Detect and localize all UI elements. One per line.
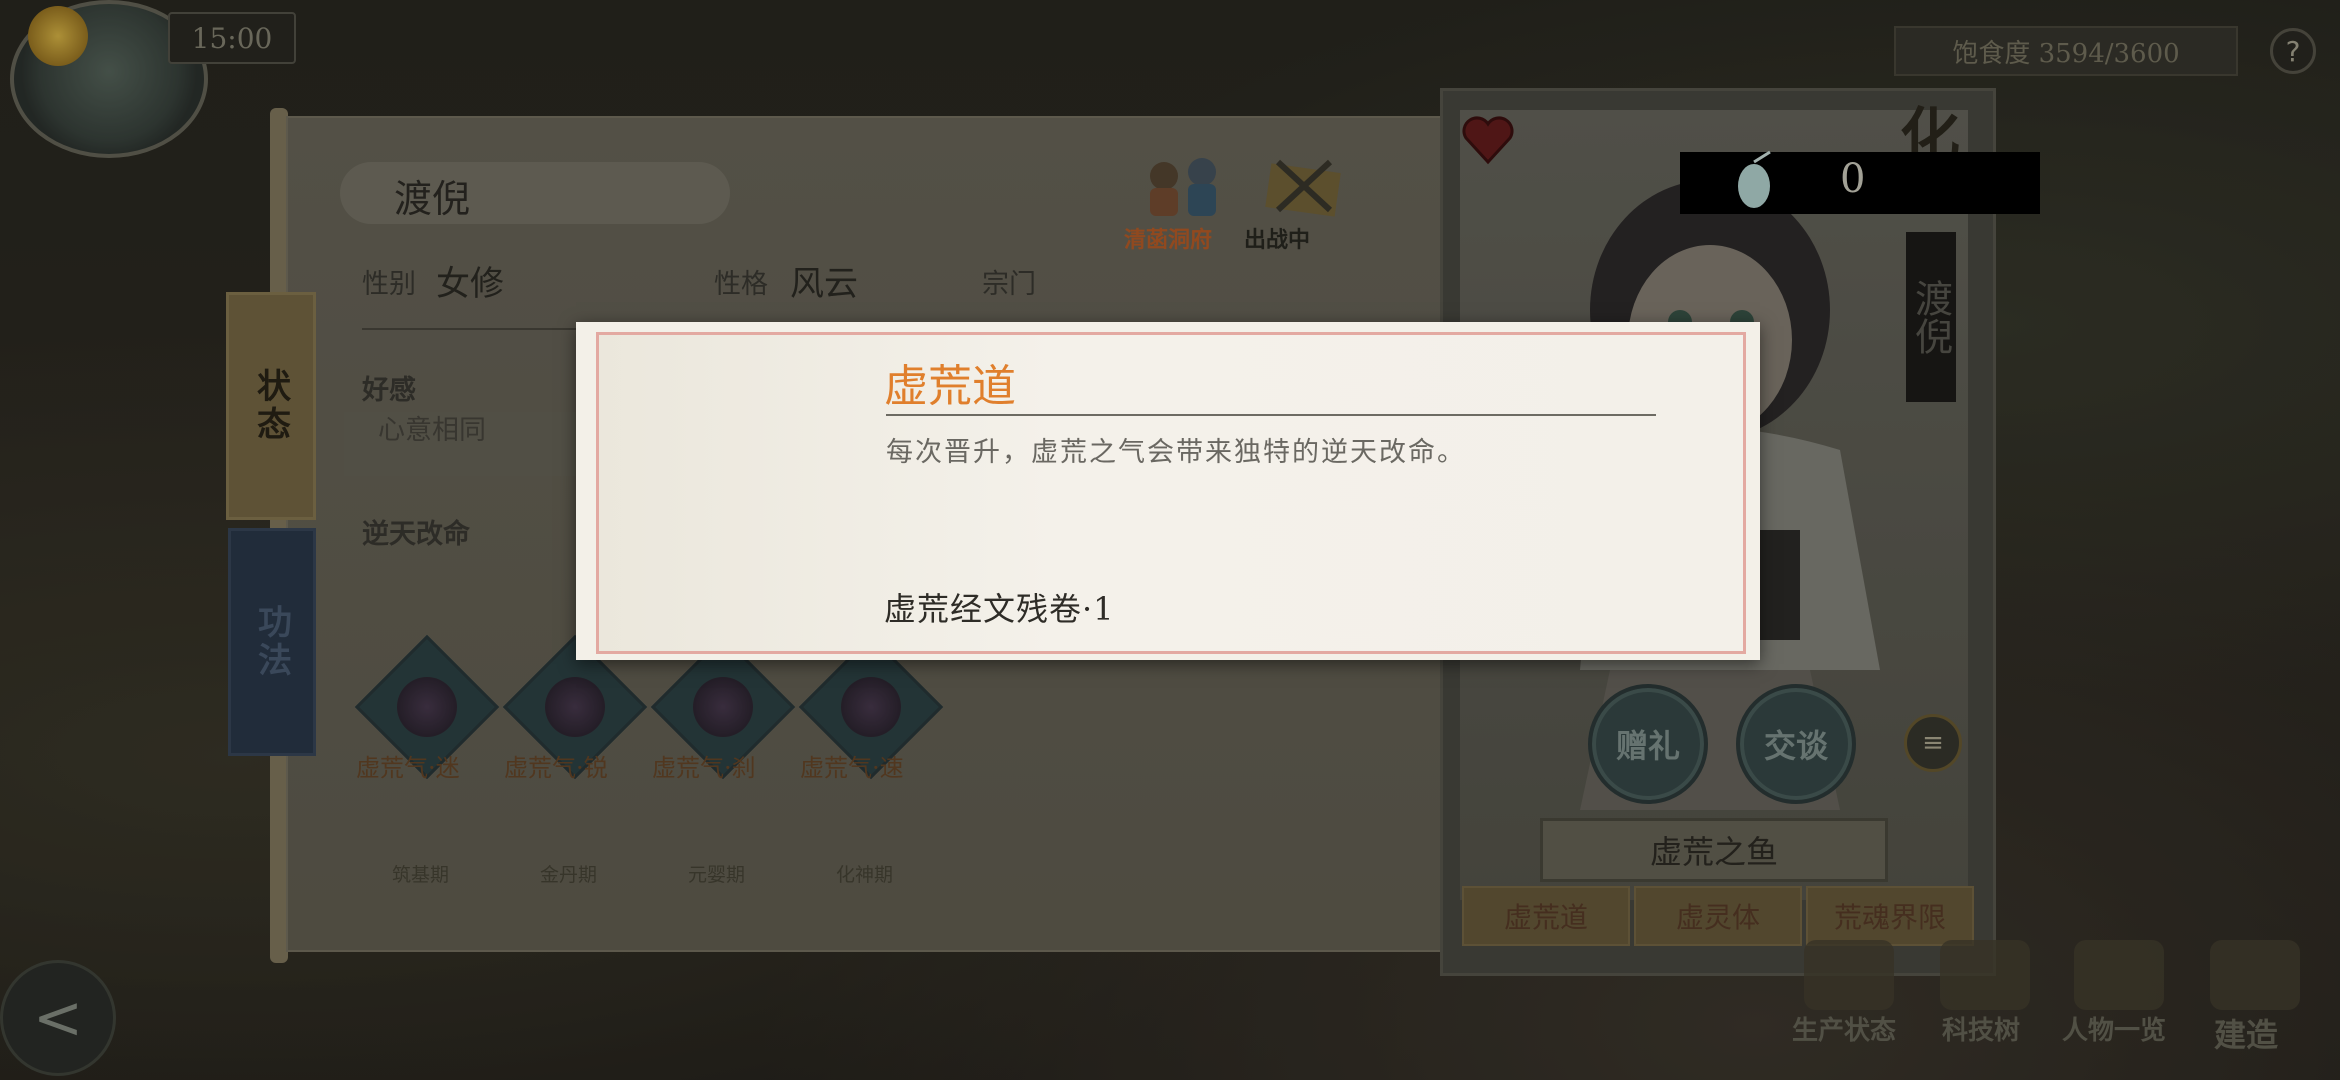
popup-divider: [886, 414, 1656, 416]
popup-requirement: 虚荒经文残卷·1: [884, 590, 1115, 628]
popup-title: 虚荒道: [884, 361, 1016, 412]
popup-description: 每次晋升，虚荒之气会带来独特的逆天改命。: [886, 437, 1466, 468]
popup-frame: [596, 332, 1746, 654]
